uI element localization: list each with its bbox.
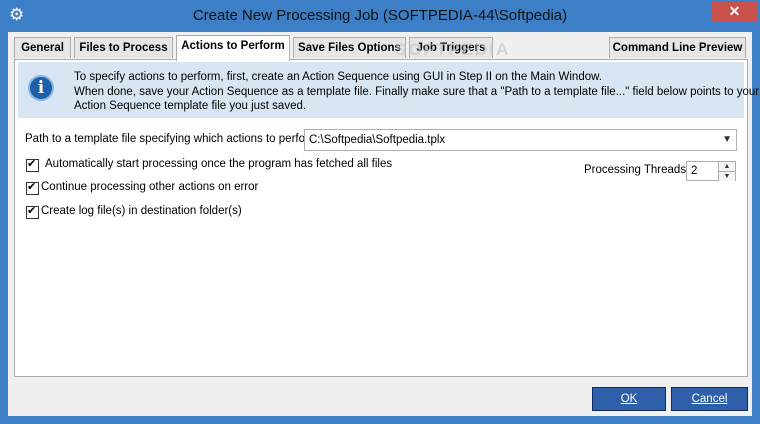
processing-threads-value: 2: [691, 165, 698, 177]
template-path-value: C:\Softpedia\Softpedia.tplx: [309, 134, 446, 146]
title-bar: ⚙ Create New Processing Job (SOFTPEDIA-4…: [0, 0, 760, 32]
tab-files-to-process[interactable]: Files to Process: [74, 37, 173, 58]
continue-on-error-checkbox[interactable]: [26, 180, 39, 195]
info-icon: i: [28, 75, 54, 101]
info-line: Action Sequence template file you just s…: [74, 100, 307, 112]
softpedia-watermark: SOFTPEDIA: [395, 40, 511, 59]
ok-button[interactable]: OK: [592, 387, 666, 411]
info-line: To specify actions to perform, first, cr…: [74, 71, 602, 83]
chevron-down-icon[interactable]: ▼: [722, 134, 732, 145]
close-button[interactable]: ✕: [712, 1, 757, 21]
info-line: When done, save your Action Sequence as …: [74, 86, 760, 98]
auto-start-label: Automatically start processing once the …: [45, 158, 393, 170]
create-log-label: Create log file(s) in destination folder…: [41, 205, 242, 217]
processing-threads-label: Processing Threads:: [584, 164, 690, 176]
spin-up-icon[interactable]: ▲: [718, 162, 735, 171]
tab-actions-to-perform[interactable]: Actions to Perform: [176, 35, 290, 61]
tab-command-line-preview[interactable]: Command Line Preview: [609, 37, 746, 58]
create-log-checkbox[interactable]: [26, 204, 39, 219]
continue-on-error-label: Continue processing other actions on err…: [41, 181, 259, 193]
info-banner: i To specify actions to perform, first, …: [18, 62, 759, 118]
window-title: Create New Processing Job (SOFTPEDIA-44\…: [192, 7, 568, 24]
auto-start-checkbox[interactable]: [26, 157, 39, 172]
tab-general[interactable]: General: [14, 37, 71, 58]
template-path-combobox[interactable]: C:\Softpedia\Softpedia.tplx ▼: [304, 129, 737, 151]
processing-threads-stepper[interactable]: 2 ▲ ▼: [686, 161, 736, 181]
tab-save-files-options[interactable]: Save Files Options: [293, 37, 406, 58]
spin-down-icon[interactable]: ▼: [718, 171, 735, 181]
template-path-label: Path to a template file specifying which…: [25, 133, 322, 145]
cancel-button[interactable]: Cancel: [671, 387, 748, 411]
